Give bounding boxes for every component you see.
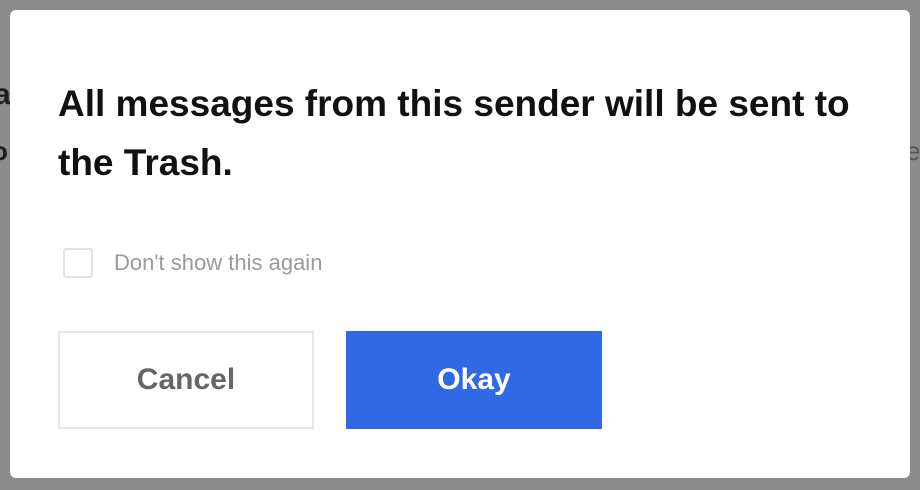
cancel-button[interactable]: Cancel <box>58 331 314 429</box>
confirm-dialog: All messages from this sender will be se… <box>10 10 910 478</box>
dont-show-again-checkbox[interactable] <box>63 248 93 278</box>
dialog-message: All messages from this sender will be se… <box>58 83 850 183</box>
background-text-fragment: o <box>0 138 8 164</box>
dont-show-again-option[interactable]: Don't show this again <box>63 248 322 278</box>
okay-button[interactable]: Okay <box>346 331 602 429</box>
dont-show-again-label[interactable]: Don't show this again <box>114 250 322 276</box>
